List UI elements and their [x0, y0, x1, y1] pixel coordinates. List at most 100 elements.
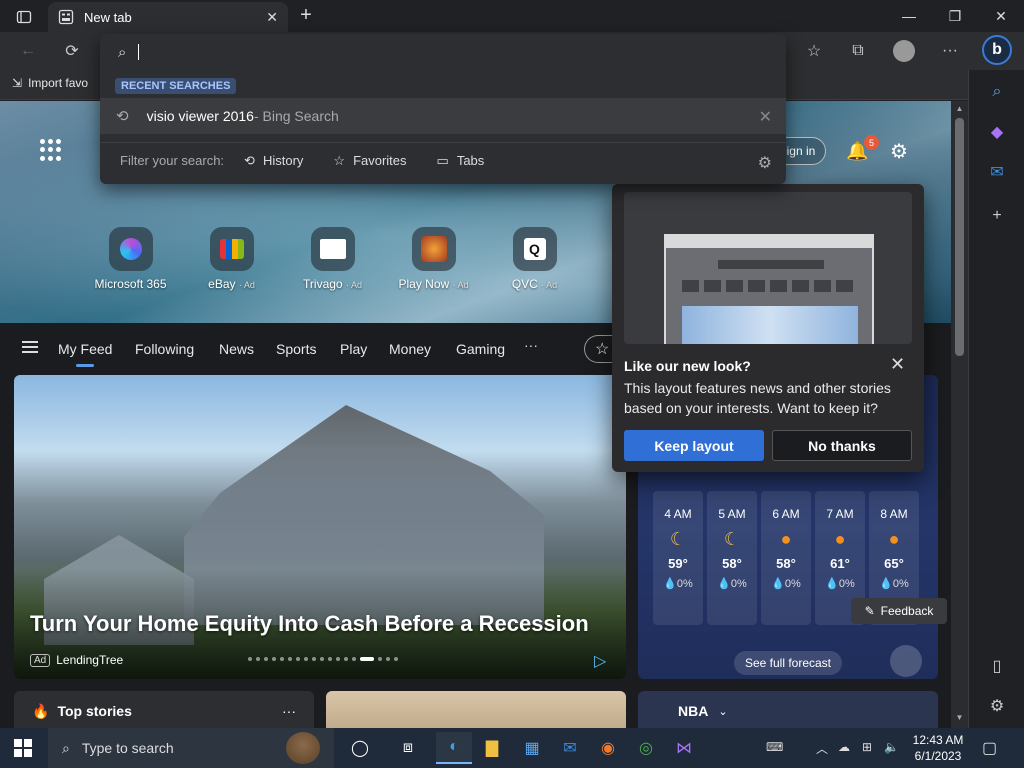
top-stories-more-button[interactable]: ··· [282, 703, 296, 719]
chrome-icon[interactable]: ◎ [628, 732, 664, 764]
quick-link-qvc[interactable]: Q QVC · Ad [484, 227, 585, 291]
carousel-indicator[interactable] [248, 657, 398, 661]
import-icon: ⇲ [12, 76, 23, 90]
article-source: LendingTree [56, 653, 124, 667]
no-thanks-button[interactable]: No thanks [772, 430, 912, 461]
page-settings-gear-icon[interactable]: ⚙ [890, 139, 908, 164]
keyboard-icon[interactable]: ⌨ [766, 740, 783, 754]
hero-article-card[interactable]: Turn Your Home Equity Into Cash Before a… [14, 375, 626, 679]
minimize-button[interactable]: — [886, 0, 932, 32]
quick-link-ebay[interactable]: eBay · Ad [181, 227, 282, 291]
clock-date: 6/1/2023 [914, 749, 962, 763]
import-favorites-button[interactable]: ⇲ Import favo [12, 76, 88, 90]
story-image-card[interactable] [326, 691, 626, 728]
filter-tabs[interactable]: ▭ Tabs [437, 153, 485, 169]
volume-icon[interactable]: 🔈 [884, 740, 899, 754]
filter-label: Filter your search: [120, 153, 225, 168]
close-window-button[interactable]: ✕ [978, 0, 1024, 32]
cloud-icon[interactable]: ☁ [838, 740, 850, 754]
tab-money[interactable]: Money [389, 341, 431, 357]
taskbar-search-box[interactable]: ⌕ Type to search [48, 728, 334, 768]
sidebar-layout-icon[interactable]: ▯ [985, 654, 1009, 678]
refresh-icon[interactable]: ⟳ [58, 37, 86, 65]
quick-link-play-now[interactable]: Play Now · Ad [383, 227, 484, 291]
sun-icon: ● [780, 529, 792, 549]
bing-chat-icon[interactable]: b [982, 35, 1012, 65]
taskbar-clock[interactable]: 12:43 AM 6/1/2023 [906, 732, 970, 764]
task-view-icon[interactable]: ⧈ [390, 732, 426, 764]
layout-illustration [624, 192, 912, 344]
scrollbar-thumb[interactable] [955, 118, 964, 356]
weather-moon-icon[interactable] [890, 645, 922, 677]
see-full-forecast-button[interactable]: See full forecast [734, 651, 842, 675]
search-sidebar-icon[interactable]: ⌕ [985, 80, 1009, 104]
feedback-button[interactable]: ✎ Feedback [851, 598, 947, 624]
windows-taskbar: ⌕ Type to search ◯ ⧈ ◐ ▇ ▦ ✉ ◉ ◎ ⋈ ⌨ ︿ ☁… [0, 728, 1024, 768]
scroll-up-arrow[interactable]: ▲ [952, 104, 967, 118]
hamburger-menu-icon[interactable] [22, 341, 38, 353]
keep-layout-button[interactable]: Keep layout [624, 430, 764, 461]
ad-badge: Ad [30, 653, 51, 667]
forecast-hour[interactable]: 6 AM ● 58° 💧0% [761, 491, 811, 625]
firefox-icon[interactable]: ◉ [590, 732, 626, 764]
chevron-down-icon[interactable]: ⌄ [718, 705, 727, 718]
recent-search-suffix: - Bing Search [253, 108, 339, 124]
scroll-down-arrow[interactable]: ▼ [952, 713, 967, 727]
file-explorer-icon[interactable]: ▇ [474, 732, 510, 764]
outlook-icon[interactable]: ✉ [985, 160, 1009, 184]
microsoft-store-icon[interactable]: ▦ [514, 732, 550, 764]
quick-link-microsoft365[interactable]: Microsoft 365 [80, 227, 181, 291]
edge-sidebar: ⌕ ◆ ✉ + ▯ ⚙ [968, 70, 1024, 728]
forecast-hour[interactable]: 4 AM ☾ 59° 💧0% [653, 491, 703, 625]
more-tabs-button[interactable]: ··· [524, 337, 538, 353]
top-stories-card[interactable]: 🔥 Top stories ··· [14, 691, 314, 728]
quick-links: Microsoft 365 eBay · Ad Trivago · Ad Pla… [80, 227, 585, 291]
copilot-icon[interactable]: ◆ [985, 120, 1009, 144]
hour-temp: 59° [668, 556, 688, 571]
tab-sports[interactable]: Sports [276, 341, 316, 357]
recent-search-item[interactable]: ⟲ visio viewer 2016 - Bing Search ✕ [100, 98, 786, 134]
search-settings-gear-icon[interactable]: ⚙ [758, 153, 772, 173]
cortana-circle-icon[interactable]: ◯ [342, 732, 378, 764]
tab-following[interactable]: Following [135, 341, 194, 357]
quick-link-label: Microsoft 365 [94, 277, 167, 291]
new-tab-button[interactable]: + [294, 4, 318, 28]
sidebar-settings-icon[interactable]: ⚙ [985, 694, 1009, 718]
edge-taskbar-icon[interactable]: ◐ [436, 732, 472, 764]
mail-icon[interactable]: ✉ [552, 732, 588, 764]
add-sidebar-app-icon[interactable]: + [985, 204, 1009, 228]
tab-actions-button[interactable] [8, 6, 40, 28]
tab-gaming[interactable]: Gaming [456, 341, 505, 357]
restore-button[interactable]: ❐ [932, 0, 978, 32]
collections-icon[interactable]: ⧉ [844, 37, 872, 65]
remove-suggestion-icon[interactable]: ✕ [759, 107, 772, 127]
hero-headline[interactable]: Turn Your Home Equity Into Cash Before a… [30, 611, 589, 637]
tab-my-feed[interactable]: My Feed [58, 341, 112, 367]
filter-favorites[interactable]: ☆ Favorites [333, 153, 406, 169]
network-icon[interactable]: ⊞ [862, 740, 872, 754]
recent-searches-header: RECENT SEARCHES [115, 78, 237, 94]
quick-link-trivago[interactable]: Trivago · Ad [282, 227, 383, 291]
close-tab-icon[interactable]: ✕ [266, 9, 278, 26]
visual-studio-icon[interactable]: ⋈ [666, 732, 702, 764]
settings-more-icon[interactable]: ··· [936, 37, 964, 65]
forecast-hour[interactable]: 5 AM ☾ 58° 💧0% [707, 491, 757, 625]
show-hidden-icons-chevron-icon[interactable]: ︿ [816, 740, 828, 757]
tab-play[interactable]: Play [340, 341, 367, 357]
ad-choices-icon[interactable]: ▷ [594, 651, 606, 671]
app-launcher-icon[interactable] [40, 139, 62, 161]
filter-history[interactable]: ⟲ History [244, 153, 303, 169]
close-popup-icon[interactable]: ✕ [890, 354, 905, 375]
windows-start-icon[interactable] [14, 739, 32, 757]
moon-icon: ☾ [723, 529, 741, 549]
tab-new-tab[interactable]: New tab ✕ [48, 2, 288, 32]
notification-center-icon[interactable]: ▢ [982, 738, 1002, 758]
favorites-star-icon[interactable]: ☆ [800, 37, 828, 65]
address-bar-input[interactable]: ⌕ [100, 34, 786, 70]
new-tab-page-icon [58, 9, 74, 25]
nba-card[interactable]: NBA ⌄ [638, 691, 938, 728]
back-icon[interactable]: ← [14, 37, 42, 65]
hour-time: 7 AM [826, 507, 854, 521]
profile-avatar[interactable] [890, 37, 918, 65]
tab-news[interactable]: News [219, 341, 254, 357]
